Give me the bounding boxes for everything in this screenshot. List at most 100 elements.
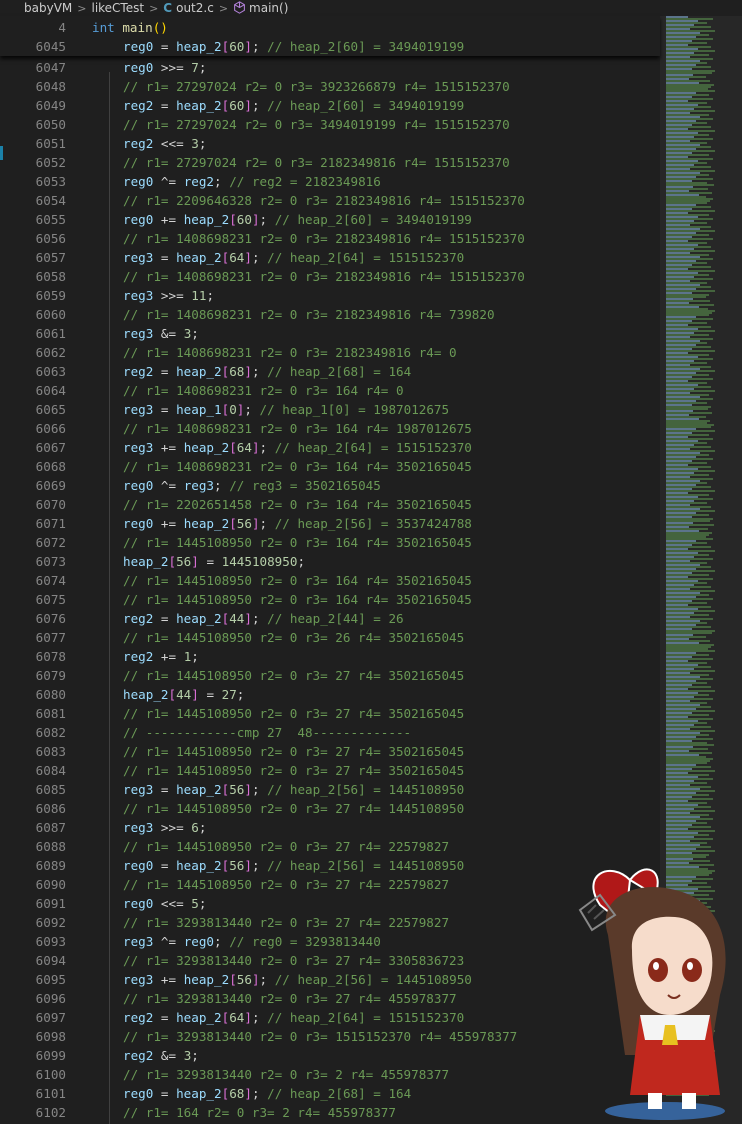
breadcrumb-folder-babyvm[interactable]: babyVM [0,1,74,15]
chevron-right-icon: > [218,1,229,15]
code-token: 60 [236,212,252,227]
code-line[interactable]: 6056 // r1= 1408698231 r2= 0 r3= 21823498… [0,229,660,248]
code-text: // r1= 3293813440 r2= 0 r3= 2 r4= 455978… [123,1065,449,1084]
code-line[interactable]: 6093 reg3 ^= reg0; // reg0 = 3293813440 [0,932,660,951]
code-line[interactable]: 6100 // r1= 3293813440 r2= 0 r3= 2 r4= 45… [0,1065,660,1084]
code-line[interactable]: 6101 reg0 = heap_2[68]; // heap_2[68] = 1… [0,1084,660,1103]
code-line[interactable]: 6052 // r1= 27297024 r2= 0 r3= 2182349816… [0,153,660,172]
code-line[interactable]: 6047 reg0 >>= 7; [0,58,660,77]
code-line[interactable]: 6064 // r1= 1408698231 r2= 0 r3= 164 r4= … [0,381,660,400]
code-line[interactable]: 6055 reg0 += heap_2[60]; // heap_2[60] = … [0,210,660,229]
code-line[interactable]: 6094 // r1= 3293813440 r2= 0 r3= 27 r4= 3… [0,951,660,970]
code-line[interactable]: 6053 reg0 ^= reg2; // reg2 = 2182349816 [0,172,660,191]
code-editor[interactable]: 6047 reg0 >>= 7; 6048// r1= 27297024 r2= 0… [0,16,660,1124]
breadcrumb-file[interactable]: Cout2.c [161,1,216,15]
code-token: // r1= 3293813440 r2= 0 r3= 2 r4= 455978… [123,1067,450,1082]
code-line[interactable]: 6071 reg0 += heap_2[56]; // heap_2[56] = … [0,514,660,533]
code-line[interactable]: 6076 reg2 = heap_2[44]; // heap_2[44] = 2… [0,609,660,628]
code-line[interactable]: 6081 // r1= 1445108950 r2= 0 r3= 27 r4= 3… [0,704,660,723]
code-line[interactable]: 6069 reg0 ^= reg3; // reg3 = 3502165045 [0,476,660,495]
code-line[interactable]: 6049 reg2 = heap_2[60]; // heap_2[60] = 3… [0,96,660,115]
code-line[interactable]: 6089 reg0 = heap_2[56]; // heap_2[56] = 1… [0,856,660,875]
code-line[interactable]: 6096 // r1= 3293813440 r2= 0 r3= 27 r4= 4… [0,989,660,1008]
code-token: &= [153,1048,184,1063]
code-token: // r1= 164 r2= 0 r3= 2 r4= 455978377 [123,1105,396,1120]
code-text: reg3 >>= 11; [123,286,214,305]
line-number: 4 [58,20,66,35]
code-line[interactable]: 6091 reg0 <<= 5; [0,894,660,913]
code-token: <<= [153,136,192,151]
code-line[interactable]: 6060 // r1= 1408698231 r2= 0 r3= 21823498… [0,305,660,324]
code-line[interactable]: 6074 // r1= 1445108950 r2= 0 r3= 164 r4= … [0,571,660,590]
code-text: // r1= 1445108950 r2= 0 r3= 26 r4= 35021… [123,628,464,647]
code-line[interactable]: 6087 reg3 >>= 6; [0,818,660,837]
code-line[interactable]: 6075 // r1= 1445108950 r2= 0 r3= 164 r4= … [0,590,660,609]
code-token: 68 [229,364,245,379]
code-line[interactable]: 6095 reg3 += heap_2[56]; // heap_2[56] = … [0,970,660,989]
code-line[interactable]: 6066 // r1= 1408698231 r2= 0 r3= 164 r4= … [0,419,660,438]
code-token: ; [191,326,199,341]
sticky-scroll-header[interactable]: 4 int main() 6045 reg0 = heap_2[60]; // hea… [0,16,660,56]
code-line[interactable]: 6063 reg2 = heap_2[68]; // heap_2[68] = 1… [0,362,660,381]
line-number: 6079 [35,668,66,683]
breadcrumb-symbol[interactable]: main() [231,1,290,15]
code-token: // reg0 = 3293813440 [229,934,381,949]
code-token: = [153,782,177,797]
code-token: = [153,39,177,54]
code-line[interactable]: 6078 reg2 += 1; [0,647,660,666]
code-line[interactable]: 6061 reg3 &= 3; [0,324,660,343]
code-line[interactable]: 6070 // r1= 2202651458 r2= 0 r3= 164 r4= … [0,495,660,514]
code-line[interactable]: 6059 reg3 >>= 11; [0,286,660,305]
code-text: // r1= 1445108950 r2= 0 r3= 27 r4= 35021… [123,666,464,685]
code-line[interactable]: 6065 reg3 = heap_1[0]; // heap_1[0] = 198… [0,400,660,419]
code-token: 5 [191,896,199,911]
code-token: heap_2 [183,212,230,227]
code-line[interactable]: 6079 // r1= 1445108950 r2= 0 r3= 27 r4= 3… [0,666,660,685]
breadcrumb-folder-likectest[interactable]: likeCTest [89,1,146,15]
code-token: ^= [153,934,184,949]
code-line[interactable]: 6067 reg3 += heap_2[64]; // heap_2[64] = … [0,438,660,457]
code-line[interactable]: 6058 // r1= 1408698231 r2= 0 r3= 21823498… [0,267,660,286]
code-text: reg0 >>= 7; [123,58,206,77]
code-line[interactable]: 6102 // r1= 164 r2= 0 r3= 2 r4= 455978377 [0,1103,660,1122]
code-token: reg0 [123,896,154,911]
code-line[interactable]: 6082 // ------------cmp 27 48------------… [0,723,660,742]
code-token: // heap_2[56] = 1445108950 [267,858,465,873]
code-line[interactable]: 6085 reg3 = heap_2[56]; // heap_2[56] = 1… [0,780,660,799]
code-line[interactable]: 4 int main() [0,18,660,37]
line-number: 6061 [35,326,66,341]
code-line[interactable]: 6098 // r1= 3293813440 r2= 0 r3= 15151523… [0,1027,660,1046]
code-line[interactable]: 6097 reg2 = heap_2[64]; // heap_2[64] = 1… [0,1008,660,1027]
code-token: >>= [153,60,192,75]
code-line[interactable]: 6077 // r1= 1445108950 r2= 0 r3= 26 r4= 3… [0,628,660,647]
code-token: ; [214,934,230,949]
code-line[interactable]: 6084 // r1= 1445108950 r2= 0 r3= 27 r4= 3… [0,761,660,780]
code-token: 11 [191,288,207,303]
code-token: heap_2 [183,440,230,455]
code-line[interactable]: 6083 // r1= 1445108950 r2= 0 r3= 27 r4= 3… [0,742,660,761]
code-line[interactable]: 6068 // r1= 1408698231 r2= 0 r3= 164 r4= … [0,457,660,476]
code-line[interactable]: 6062 // r1= 1408698231 r2= 0 r3= 21823498… [0,343,660,362]
code-token: 3 [191,136,199,151]
code-line[interactable]: 6050 // r1= 27297024 r2= 0 r3= 3494019199… [0,115,660,134]
line-number: 6099 [35,1048,66,1063]
code-token: // heap_2[44] = 26 [267,611,404,626]
code-line[interactable]: 6088 // r1= 1445108950 r2= 0 r3= 27 r4= 2… [0,837,660,856]
code-line[interactable]: 6051 reg2 <<= 3; [0,134,660,153]
code-token: ] [244,364,252,379]
code-line[interactable]: 6099 reg2 &= 3; [0,1046,660,1065]
code-line[interactable]: 6054 // r1= 2209646328 r2= 0 r3= 21823498… [0,191,660,210]
line-number: 6082 [35,725,66,740]
code-line[interactable]: 6086 // r1= 1445108950 r2= 0 r3= 27 r4= 1… [0,799,660,818]
code-token: ; [236,687,245,702]
code-line[interactable]: 6080 heap_2[44] = 27; [0,685,660,704]
code-line[interactable]: 6092 // r1= 3293813440 r2= 0 r3= 27 r4= 2… [0,913,660,932]
code-line[interactable]: 6045 reg0 = heap_2[60]; // heap_2[60] = 3… [0,37,660,56]
code-token: heap_2 [176,782,222,797]
code-line[interactable]: 6090 // r1= 1445108950 r2= 0 r3= 27 r4= 2… [0,875,660,894]
code-line[interactable]: 6072 // r1= 1445108950 r2= 0 r3= 164 r4= … [0,533,660,552]
code-line[interactable]: 6048 // r1= 27297024 r2= 0 r3= 3923266879… [0,77,660,96]
code-line[interactable]: 6057 reg3 = heap_2[64]; // heap_2[64] = 1… [0,248,660,267]
code-token: 64 [229,1010,245,1025]
code-line[interactable]: 6073 heap_2[56] = 1445108950; [0,552,660,571]
